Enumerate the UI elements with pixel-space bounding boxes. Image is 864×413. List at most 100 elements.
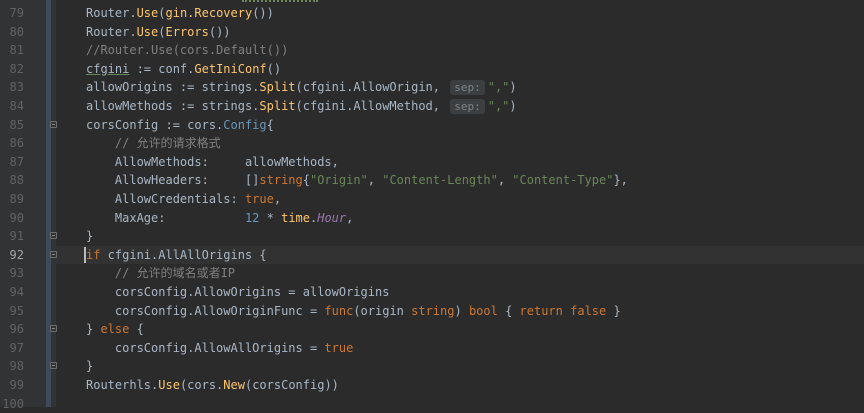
code-token: (origin (353, 303, 412, 318)
code-token: if (86, 247, 101, 262)
code-token: (cfgini.AllowMethod, (295, 99, 448, 113)
code-text: corsConfig.AllowOrigins = allowOrigins (86, 283, 390, 302)
line-number: 80 (9, 24, 24, 39)
code-text: // 允许的请求格式 (86, 134, 221, 153)
code-text: AllowHeaders: []string{"Origin", "Conten… (86, 171, 628, 190)
line-number: 96 (9, 322, 24, 337)
code-line[interactable]: 87 AllowMethods: allowMethods, (10, 153, 864, 172)
code-line[interactable]: 85 corsConfig := cors.Config{ (10, 116, 864, 135)
code-token: ) (509, 99, 517, 113)
code-token: Config (223, 117, 267, 132)
code-line[interactable]: 86 // 允许的请求格式 (10, 134, 864, 153)
code-token: "Content-Length" (382, 173, 498, 188)
code-token: Hour (317, 210, 347, 225)
code-text: corsConfig.AllowAllOrigins = true (86, 339, 353, 358)
code-token: // 允许的域名或者IP (114, 266, 236, 281)
code-token: "Origin" (309, 173, 368, 188)
code-text: } (86, 357, 93, 376)
line-number: 86 (9, 136, 24, 151)
fold-toggle-icon[interactable] (50, 325, 57, 333)
code-text: //Router.Use(cors.Default()) (86, 41, 288, 60)
code-line[interactable]: 98} (10, 357, 864, 376)
code-token: ()) (208, 24, 231, 39)
code-text: Router.Use(gin.Recovery()) (86, 4, 274, 23)
code-line[interactable]: 93 // 允许的域名或者IP (10, 264, 864, 283)
parameter-hint: sep: (450, 80, 485, 96)
code-token: Routerhls. (86, 378, 159, 392)
code-token: false (570, 303, 607, 318)
code-token: corsConfig.AllowAllOrigins = (86, 340, 325, 355)
code-text: allowOrigins := strings.Split(cfgini.All… (86, 78, 517, 97)
code-text: AllowMethods: allowMethods, (86, 153, 339, 172)
parameter-hint: sep: (450, 99, 485, 114)
line-number: 93 (9, 266, 24, 281)
code-line[interactable]: 88 AllowHeaders: []string{"Origin", "Con… (10, 171, 864, 190)
fold-toggle-icon[interactable] (50, 362, 57, 370)
code-line[interactable]: 100 (2, 395, 864, 413)
code-text: AllowCredentials: true, (86, 190, 281, 209)
code-line[interactable]: 89 AllowCredentials: true, (10, 190, 864, 209)
code-line[interactable]: 91} (10, 227, 864, 246)
code-line[interactable]: 83 allowOrigins := strings.Split(cfgini.A… (10, 78, 864, 97)
code-token: return (519, 303, 563, 318)
code-token: (cors. (179, 378, 224, 392)
code-token: string (259, 173, 303, 188)
code-line[interactable]: 94 corsConfig.AllowOrigins = allowOrigin… (10, 283, 864, 302)
code-token: New (223, 378, 245, 392)
fold-toggle-icon[interactable] (50, 120, 57, 128)
code-token: "," (487, 99, 510, 113)
code-token: else (100, 322, 130, 337)
code-token: AllowMethods: allowMethods, (86, 154, 339, 169)
code-area[interactable]: 79 Router.Use(gin.Recovery()) 80 Router.Use… (2, 0, 864, 411)
line-number: 81 (9, 43, 24, 58)
line-number: 92 (9, 247, 24, 262)
code-token: Split (259, 99, 296, 113)
code-token: }, (613, 173, 628, 188)
code-token: corsConfig.AllowOrigins = allowOrigins (86, 285, 390, 299)
code-line[interactable]: 81 //Router.Use(cors.Default()) (10, 41, 864, 60)
code-token: { (302, 173, 310, 188)
code-token: "Content-Type" (512, 173, 614, 188)
code-token: GetIniConf (194, 61, 267, 76)
fold-toggle-icon[interactable] (50, 232, 57, 240)
code-line[interactable]: 96} else { (10, 320, 864, 339)
code-line[interactable]: 92 if cfgini.AllAllOrigins { (10, 245, 864, 265)
code-text: Routerhls.Use(cors.New(corsConfig)) (86, 376, 339, 395)
code-token: allowOrigins := strings. (86, 80, 260, 95)
code-token: ) (454, 303, 469, 318)
line-number: 99 (9, 378, 24, 392)
code-line[interactable]: 79 Router.Use(gin.Recovery()) (10, 4, 864, 23)
code-text: } (86, 227, 93, 246)
code-token: MaxAge: (86, 210, 245, 225)
code-token: } (606, 303, 621, 318)
code-text: corsConfig.AllowOriginFunc = func(origin… (86, 302, 621, 321)
fold-toggle-icon[interactable] (50, 250, 57, 258)
code-token: } (86, 322, 101, 337)
code-token: // 允许的请求格式 (114, 136, 221, 151)
code-line[interactable]: 99 Routerhls.Use(cors.New(corsConfig)) (10, 376, 864, 395)
code-line[interactable]: 84 allowMethods := strings.Split(cfgini.A… (10, 97, 864, 116)
code-token: corsConfig.AllowOriginFunc = (86, 303, 325, 318)
code-token: cfgini.AllAllOrigins { (100, 247, 267, 262)
code-token: func (324, 303, 354, 318)
code-token: ( (158, 24, 166, 39)
code-editor[interactable]: 79 Router.Use(gin.Recovery()) 80 Router.Use… (0, 0, 864, 411)
code-line[interactable]: 95 corsConfig.AllowOriginFunc = func(ori… (10, 302, 864, 321)
line-number: 85 (9, 117, 24, 132)
code-line[interactable]: 82 cfgini := conf.GetIniConf() (10, 60, 864, 79)
code-token: , (367, 173, 383, 188)
line-number: 97 (9, 340, 24, 355)
code-line[interactable]: 90 MaxAge: 12 * time.Hour, (10, 209, 864, 228)
code-token: gin.Recovery (165, 6, 253, 20)
line-number: 84 (9, 99, 24, 113)
text-caret (84, 246, 86, 263)
code-token: ( (158, 6, 166, 20)
code-line[interactable]: 97 corsConfig.AllowAllOrigins = true (10, 339, 864, 358)
code-line[interactable]: 80 Router.Use(Errors()) (10, 23, 864, 42)
code-token: Use (136, 24, 159, 39)
code-token: (cfgini.AllowOrigin, (295, 80, 448, 95)
line-number: 87 (9, 154, 24, 169)
code-text: // 允许的域名或者IP (86, 264, 235, 283)
